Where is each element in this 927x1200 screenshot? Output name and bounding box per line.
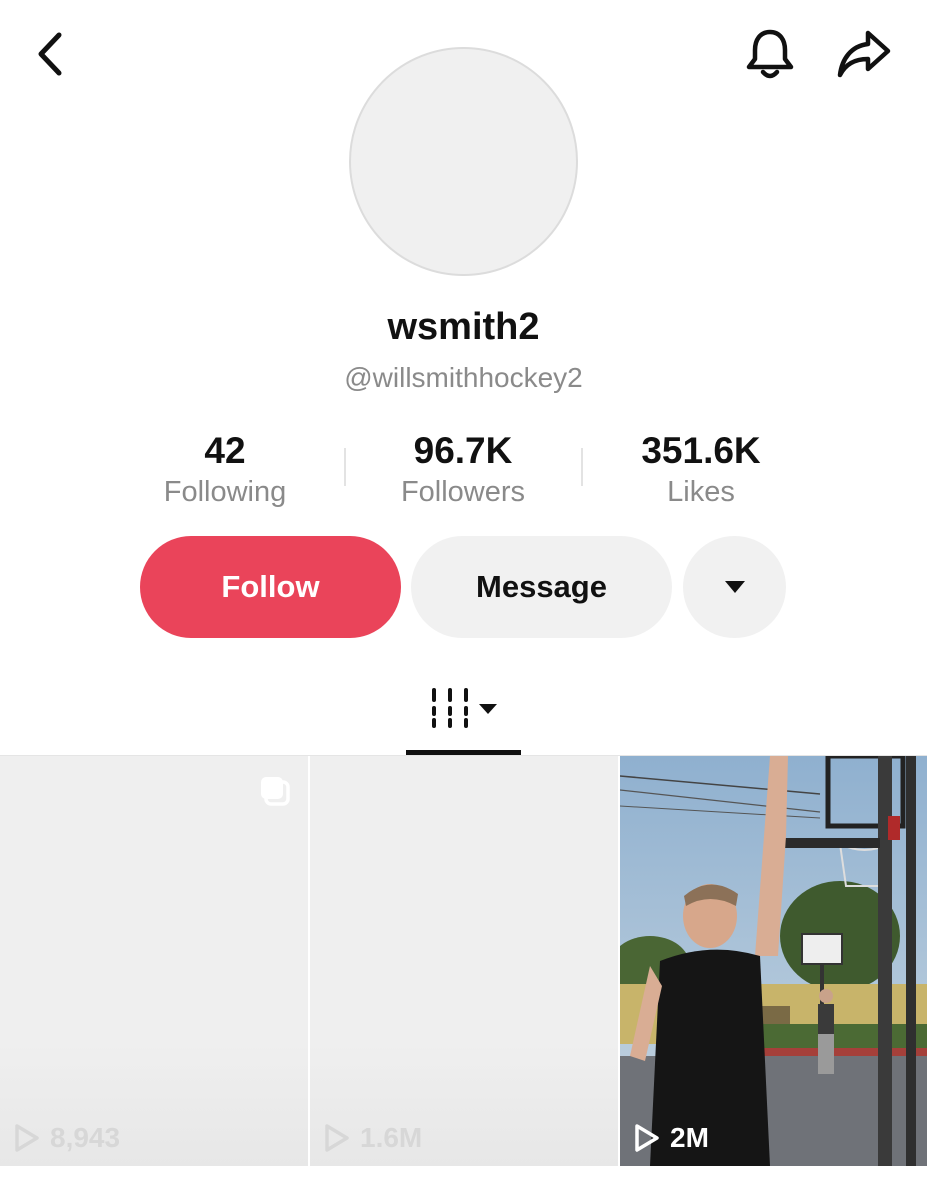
followers-count: 96.7K (413, 430, 513, 471)
video-tile[interactable]: 8,943 (0, 756, 308, 1166)
play-icon (635, 1124, 659, 1152)
play-icon (325, 1124, 349, 1152)
view-count-text: 1.6M (360, 1122, 423, 1153)
follow-button[interactable]: Follow (140, 536, 401, 638)
followers-label: Followers (400, 476, 526, 508)
likes-count: 351.6K (641, 430, 761, 471)
view-count-text: 8,943 (50, 1122, 121, 1153)
likes-label: Likes (667, 476, 735, 508)
play-icon (15, 1124, 39, 1152)
caret-down-icon (478, 704, 497, 714)
followers-stat[interactable]: 96.7K Followers (343, 428, 583, 510)
chevron-left-icon (38, 32, 62, 76)
message-button[interactable]: Message (411, 536, 672, 638)
video-thumbnail (620, 756, 927, 1166)
notifications-button[interactable] (738, 22, 802, 86)
video-tile[interactable]: 1.6M (310, 756, 618, 1166)
stacked-squares-icon (261, 777, 290, 806)
following-count: 42 (204, 430, 246, 471)
bottom-spacer (0, 1166, 927, 1200)
more-options-button[interactable] (683, 536, 786, 638)
avatar[interactable] (349, 47, 578, 276)
display-name: wsmith2 (387, 306, 540, 348)
view-count: 1.6M (324, 1122, 422, 1154)
likes-stat[interactable]: 351.6K Likes (581, 428, 821, 510)
username: @willsmithhockey2 (344, 362, 583, 393)
view-count: 2M (634, 1122, 709, 1154)
video-tile[interactable]: 2M (620, 756, 927, 1166)
following-stat[interactable]: 42 Following (105, 428, 345, 510)
back-button[interactable] (22, 24, 78, 84)
view-count: 8,943 (14, 1122, 120, 1154)
grid-lines-icon (431, 688, 468, 728)
bell-icon (746, 29, 794, 79)
view-count-text: 2M (670, 1122, 709, 1153)
tab-videos[interactable] (406, 680, 521, 756)
profile-page: wsmith2 @willsmithhockey2 42 Following 9… (0, 0, 927, 1200)
share-button[interactable] (832, 22, 896, 86)
caret-down-icon (724, 581, 745, 593)
share-arrow-icon (837, 30, 891, 78)
following-label: Following (163, 476, 287, 508)
